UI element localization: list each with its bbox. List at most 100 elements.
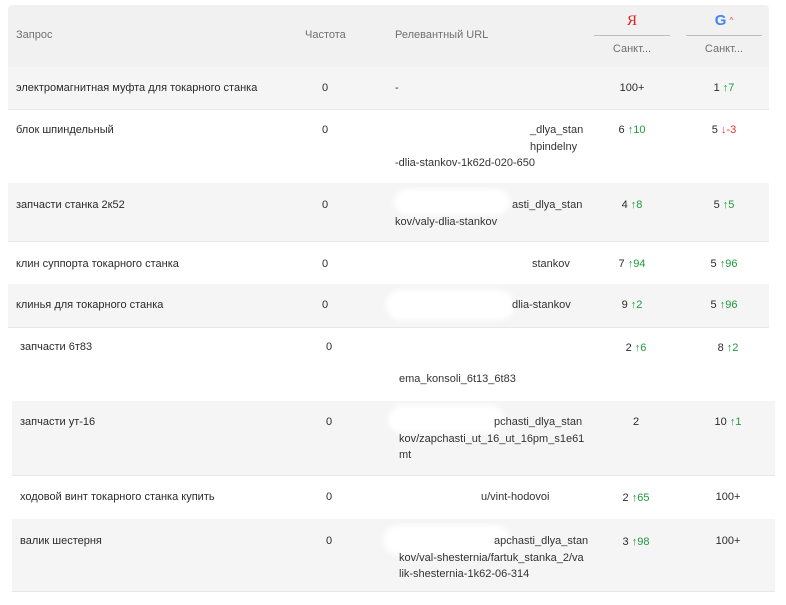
query-text: блок шпиндельный: [16, 124, 114, 136]
table-row[interactable]: валик шестерня 0 apchasti_dlya_stan kov/…: [12, 519, 775, 592]
position-change: ↑65: [631, 492, 650, 504]
url-cell[interactable]: apchasti_dlya_stan kov/val-shesternia/fa…: [399, 533, 589, 583]
position-value: 4: [621, 199, 628, 211]
position-value: 100+: [619, 82, 645, 94]
position-value: 5: [710, 299, 717, 311]
google-position: 100+: [690, 535, 766, 547]
yandex-position: 100+: [594, 82, 670, 94]
yandex-region-label: Санкт...: [612, 43, 652, 55]
query-text: клинья для токарного станка: [16, 299, 164, 311]
google-position: 1 ↑7: [686, 82, 762, 94]
google-column-header[interactable]: G ^ Санкт...: [686, 5, 762, 67]
yandex-position: 3 ↑98: [598, 536, 674, 548]
position-value: 9: [621, 299, 628, 311]
positions-table: Запрос Частота Релевантный URL Я Санкт..…: [8, 5, 775, 592]
url-cell[interactable]: stankov: [395, 256, 585, 273]
google-position: 100+: [690, 491, 766, 503]
frequency-value: 0: [322, 299, 329, 311]
url-line: dlia-stankov: [512, 299, 571, 311]
table-row[interactable]: клинья для токарного станка 0 dlia-stank…: [8, 284, 769, 328]
position-change: ↑8: [630, 199, 643, 211]
yandex-position: 6 ↑10: [594, 124, 670, 136]
frequency-value: 0: [322, 124, 329, 136]
frequency-value: 0: [322, 199, 329, 211]
google-position: 5 ↑96: [686, 258, 762, 270]
position-change: ↑7: [722, 82, 735, 94]
query-text: электромагнитная муфта для токарного ста…: [16, 82, 258, 94]
yandex-column-header[interactable]: Я Санкт...: [594, 5, 670, 67]
google-position: 10 ↑1: [690, 416, 766, 428]
google-position: 8 ↑2: [690, 342, 766, 354]
frequency-value: 0: [322, 258, 329, 270]
url-line: kov/valy-dlia-stankov: [395, 215, 498, 228]
yandex-position: 2 ↑6: [598, 342, 674, 354]
table-row[interactable]: клин суппорта токарного станка 0 stankov…: [8, 241, 769, 285]
yandex-position: 4 ↑8: [594, 199, 670, 211]
google-position: 5 ↑5: [686, 199, 762, 211]
position-value: 5: [711, 124, 718, 136]
url-line: mt: [399, 449, 412, 461]
position-value: 7: [618, 258, 625, 270]
position-value: 2: [622, 492, 629, 504]
table-header: Запрос Частота Релевантный URL Я Санкт..…: [8, 5, 769, 67]
position-change: ↑96: [719, 258, 738, 270]
position-value: 100+: [715, 491, 741, 503]
query-text: запчасти 6т83: [20, 341, 93, 353]
table-row[interactable]: блок шпиндельный 0 _dlya_stan hpindelny …: [8, 109, 769, 184]
position-value: 1: [713, 82, 720, 94]
yandex-icon: Я: [626, 13, 637, 29]
yandex-position: 9 ↑2: [594, 299, 670, 311]
url-line: lik-shesternia-1k62-06-314: [399, 568, 530, 580]
position-value: 2: [625, 342, 632, 354]
url-line: asti_dlya_stan: [512, 199, 583, 211]
url-line: ema_konsoli_6t13_6t83: [399, 373, 516, 385]
column-header-url[interactable]: Релевантный URL: [395, 29, 488, 41]
column-header-query[interactable]: Запрос: [16, 29, 52, 41]
position-change: ↑2: [630, 299, 643, 311]
url-cell[interactable]: asti_dlya_stan kov/valy-dlia-stankov: [395, 197, 585, 230]
frequency-value: 0: [326, 341, 333, 353]
table-row[interactable]: электромагнитная муфта для токарного ста…: [8, 67, 769, 110]
position-change: ↓-3: [720, 124, 737, 136]
position-value: 8: [717, 342, 724, 354]
position-value: 2: [632, 416, 640, 428]
url-cell[interactable]: _dlya_stan hpindelny -dlia-stankov-1k62d…: [395, 122, 585, 172]
url-line: _dlya_stan: [530, 124, 584, 136]
google-region-label: Санкт...: [704, 43, 744, 55]
url-line: -: [395, 82, 399, 94]
url-cell[interactable]: -: [395, 80, 585, 97]
position-value: 5: [710, 258, 717, 270]
position-value: 100+: [715, 535, 741, 547]
url-cell[interactable]: dlia-stankov: [395, 297, 585, 314]
position-change: ↑1: [729, 416, 742, 428]
table-row[interactable]: запчасти станка 2к52 0 asti_dlya_stan ko…: [8, 183, 769, 242]
column-header-frequency[interactable]: Частота: [305, 29, 346, 41]
url-line: stankov: [532, 258, 570, 270]
query-text: валик шестерня: [20, 535, 102, 547]
google-logo: G ^: [686, 12, 762, 30]
position-change: ↑98: [631, 536, 650, 548]
table-row[interactable]: запчасти 6т83 0 ema_konsoli_6t13_6t83 2 …: [12, 327, 775, 402]
position-value: 10: [714, 416, 727, 428]
frequency-value: 0: [326, 535, 333, 547]
chevron-up-icon[interactable]: ^: [729, 16, 733, 25]
url-line: pchasti_dlya_stan: [494, 416, 583, 428]
frequency-value: 0: [326, 416, 333, 428]
frequency-value: 0: [322, 82, 329, 94]
url-line: -dlia-stankov-1k62d-020-650: [395, 157, 536, 169]
url-cell[interactable]: u/vint-hodovoi: [399, 489, 589, 506]
table-row[interactable]: ходовой винт токарного станка купить 0 u…: [12, 475, 775, 520]
position-change: ↑10: [627, 124, 646, 136]
position-change: ↑6: [634, 342, 647, 354]
url-line: hpindelny: [530, 140, 578, 153]
url-cell[interactable]: pchasti_dlya_stan kov/zapchasti_ut_16_ut…: [399, 414, 589, 464]
header-divider: [594, 35, 670, 36]
query-text: клин суппорта токарного станка: [16, 258, 179, 270]
google-position: 5 ↓-3: [686, 124, 762, 136]
url-cell[interactable]: ema_konsoli_6t13_6t83: [399, 340, 589, 388]
position-change: ↑5: [722, 199, 735, 211]
table-row[interactable]: запчасти ут-16 0 pchasti_dlya_stan kov/z…: [12, 401, 775, 476]
google-position: 5 ↑96: [686, 299, 762, 311]
position-value: 6: [618, 124, 625, 136]
url-line: [399, 340, 589, 357]
